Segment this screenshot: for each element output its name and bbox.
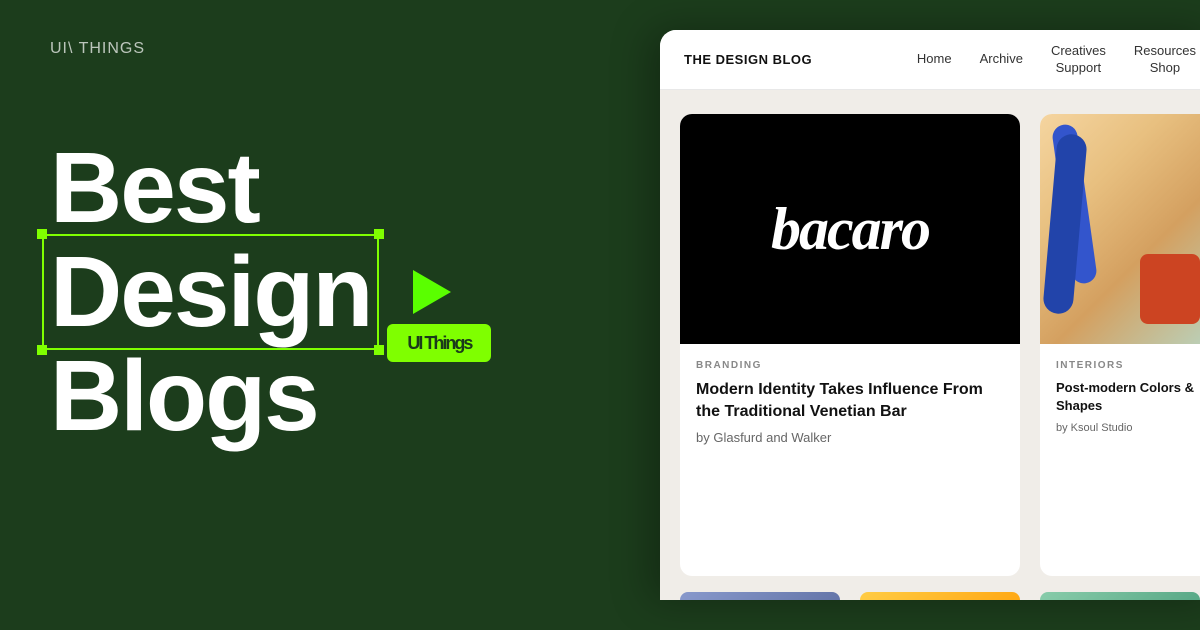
hero-title: Best Design UI Things Blogs	[50, 138, 610, 446]
bottom-cards-row	[680, 592, 1200, 600]
browser-mockup: THE DESIGN BLOG Home Archive CreativesSu…	[660, 30, 1200, 600]
card-main-image: bacaro	[680, 114, 1020, 344]
highlight-box: Design	[50, 242, 371, 342]
bottom-card-1	[680, 592, 840, 600]
bacaro-logo: bacaro	[771, 195, 929, 264]
decorative-orange	[1140, 254, 1200, 324]
card-main-body: BRANDING Modern Identity Takes Influence…	[680, 344, 1020, 461]
card-secondary-author: by Ksoul Studio	[1056, 422, 1200, 434]
card-main-author: by Glasfurd and Walker	[696, 430, 1004, 445]
corner-br	[374, 345, 384, 355]
hero-line2: Design	[50, 236, 371, 348]
browser-bar: THE DESIGN BLOG Home Archive CreativesSu…	[660, 30, 1200, 90]
corner-tr	[374, 229, 384, 239]
card-main: bacaro BRANDING Modern Identity Takes In…	[680, 114, 1020, 576]
nav-home[interactable]: Home	[917, 51, 952, 68]
ui-badge: UI Things	[387, 324, 491, 362]
main-container: UI\ THINGS Best Design UI Things Blogs	[0, 0, 1200, 630]
nav-links: Home Archive CreativesSupport ResourcesS…	[917, 43, 1196, 77]
card-secondary-category: INTERIORS	[1056, 360, 1200, 371]
play-arrow-icon	[413, 270, 451, 314]
card-main-category: BRANDING	[696, 360, 1004, 371]
card-main-title: Modern Identity Takes Influence From the…	[696, 379, 1004, 422]
corner-tl	[37, 229, 47, 239]
card-secondary-body: INTERIORS Post-modern Colors & Shapes by…	[1040, 344, 1200, 450]
card-secondary-image	[1040, 114, 1200, 344]
hero-line1: Best	[50, 138, 610, 238]
nav-creatives[interactable]: CreativesSupport	[1051, 43, 1106, 77]
bottom-card-2	[860, 592, 1020, 600]
blog-logo: THE DESIGN BLOG	[684, 52, 812, 67]
bottom-card-3	[1040, 592, 1200, 600]
corner-bl	[37, 345, 47, 355]
card-secondary: INTERIORS Post-modern Colors & Shapes by…	[1040, 114, 1200, 576]
card-secondary-title: Post-modern Colors & Shapes	[1056, 379, 1200, 414]
cards-row: bacaro BRANDING Modern Identity Takes In…	[680, 114, 1200, 576]
site-logo: UI\ THINGS	[50, 40, 610, 58]
browser-content: bacaro BRANDING Modern Identity Takes In…	[660, 90, 1200, 600]
nav-archive[interactable]: Archive	[980, 51, 1023, 68]
hero-line3: Blogs	[50, 346, 610, 446]
nav-resources[interactable]: ResourcesShop	[1134, 43, 1196, 77]
left-panel: UI\ THINGS Best Design UI Things Blogs	[0, 0, 660, 630]
